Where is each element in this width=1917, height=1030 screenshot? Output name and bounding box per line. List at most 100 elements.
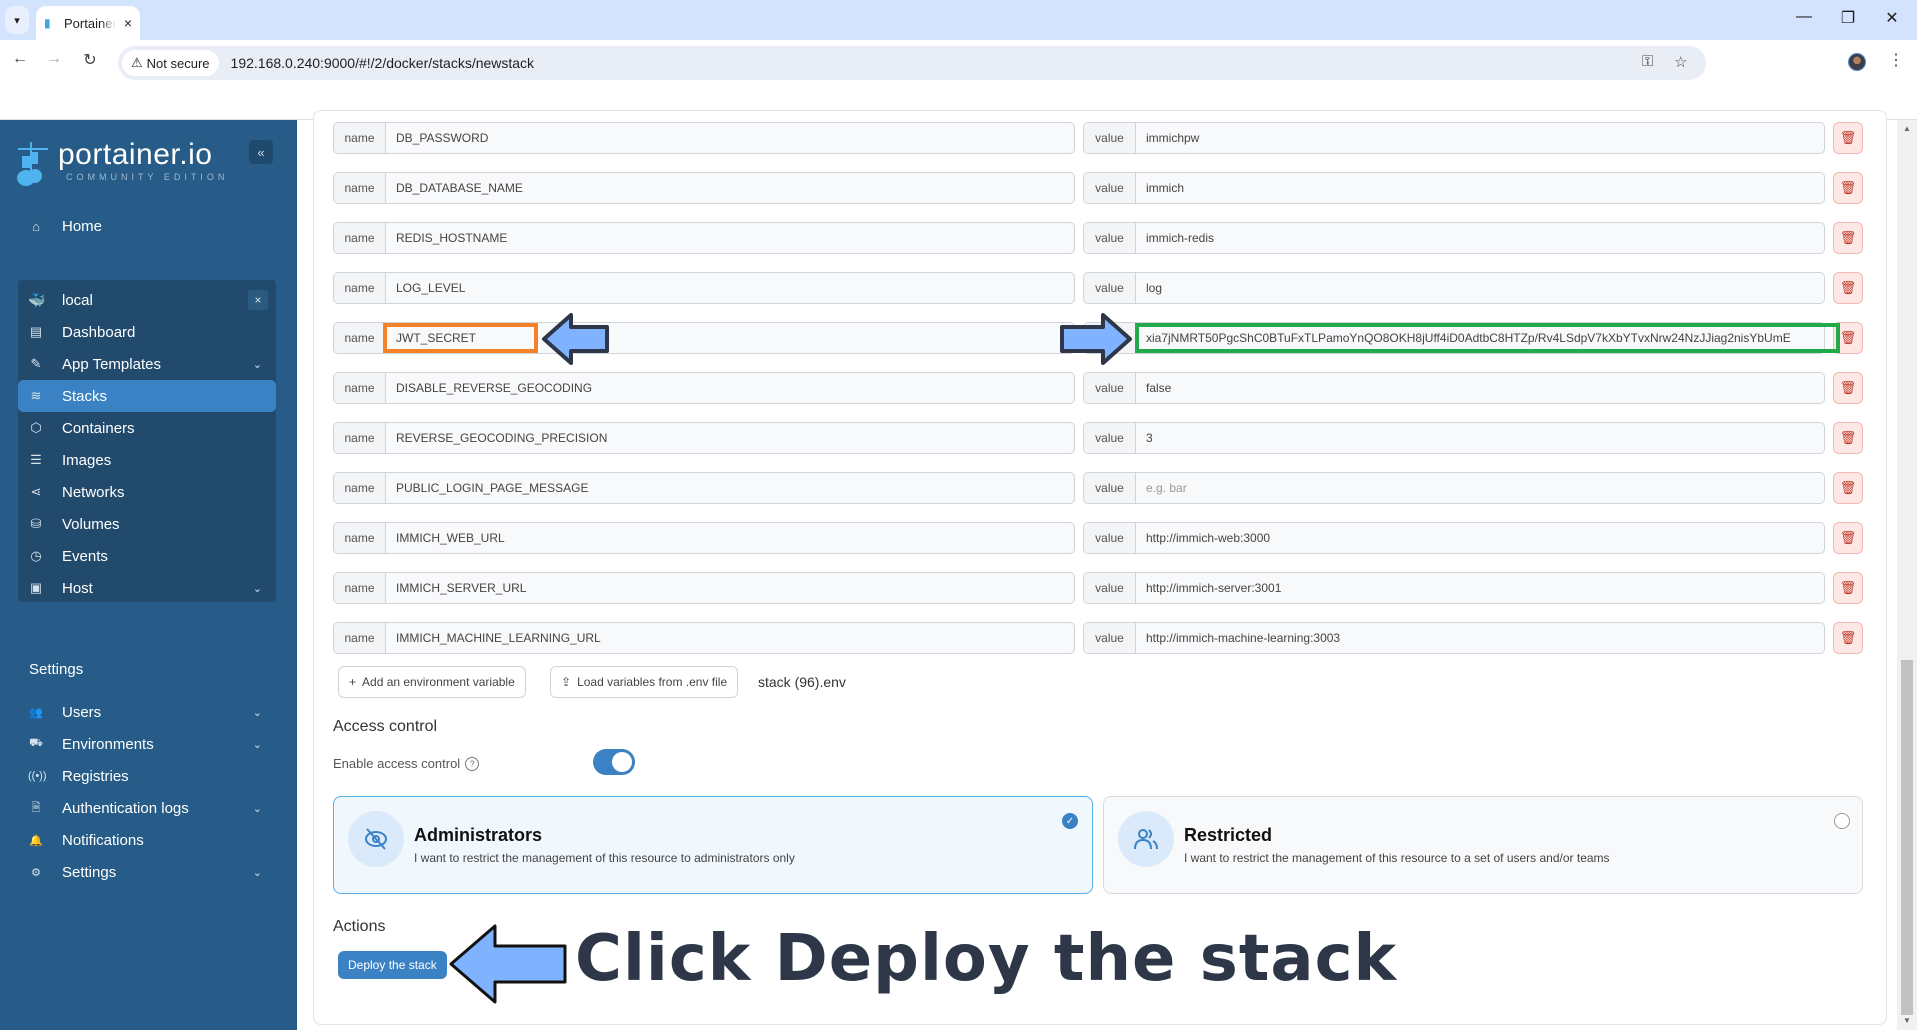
env-value-field[interactable]: value http://immich-server:3001 — [1083, 572, 1825, 604]
reload-icon[interactable]: ↻ — [78, 50, 102, 70]
env-value-field[interactable]: value 3 — [1083, 422, 1825, 454]
load-env-file-button[interactable]: ⇪ Load variables from .env file — [550, 666, 739, 698]
sidebar-item-environments[interactable]: ⛟ Environments ⌄ — [18, 728, 276, 760]
forward-icon[interactable]: → — [42, 50, 66, 68]
env-name-field[interactable]: name IMMICH_SERVER_URL — [333, 572, 1075, 604]
env-value-input[interactable]: e.g. bar — [1136, 473, 1824, 503]
remove-env-variable-button[interactable]: 🗑 — [1833, 572, 1863, 604]
access-option-restricted[interactable]: Restricted I want to restrict the manage… — [1103, 796, 1863, 894]
tab-close-icon[interactable]: × — [124, 15, 132, 31]
remove-env-variable-button[interactable]: 🗑 — [1833, 622, 1863, 654]
env-name-input[interactable]: IMMICH_SERVER_URL — [386, 573, 1074, 603]
env-value-input[interactable]: http://immich-web:3000 — [1136, 523, 1824, 553]
portainer-logo[interactable]: portainer.io COMMUNITY EDITION — [16, 140, 228, 188]
security-chip[interactable]: ⚠ Not secure — [122, 50, 219, 76]
back-icon[interactable]: ← — [8, 50, 32, 68]
chevron-down-icon[interactable]: ⌄ — [253, 582, 262, 595]
restore-icon[interactable]: ❐ — [1836, 8, 1860, 28]
collapse-sidebar-button[interactable]: « — [249, 140, 273, 164]
sidebar-item-images[interactable]: ☰ Images — [18, 444, 276, 476]
remove-env-variable-button[interactable]: 🗑 — [1833, 222, 1863, 254]
env-name-input[interactable]: REDIS_HOSTNAME — [386, 223, 1074, 253]
env-value-field[interactable]: value e.g. bar — [1083, 472, 1825, 504]
sidebar-item-home[interactable]: ⌂ Home — [18, 210, 276, 242]
access-control-toggle[interactable] — [593, 749, 635, 775]
env-value-input[interactable]: immich-redis — [1136, 223, 1824, 253]
env-value-field[interactable]: value http://immich-machine-learning:3003 — [1083, 622, 1825, 654]
password-key-icon[interactable]: ⚿ — [1642, 53, 1653, 70]
window-close-icon[interactable]: ✕ — [1880, 8, 1904, 28]
env-value-field[interactable]: value false — [1083, 372, 1825, 404]
env-value-input[interactable]: http://immich-server:3001 — [1136, 573, 1824, 603]
browser-tab[interactable]: ▮ Portainer.io × — [36, 6, 140, 40]
sidebar-item-containers[interactable]: ⬡ Containers — [18, 412, 276, 444]
env-value-input[interactable]: false — [1136, 373, 1824, 403]
env-name-field[interactable]: name PUBLIC_LOGIN_PAGE_MESSAGE — [333, 472, 1075, 504]
env-name-field[interactable]: name LOG_LEVEL — [333, 272, 1075, 304]
radio-button[interactable] — [1834, 813, 1850, 829]
sidebar-item-notifications[interactable]: 🔔 Notifications — [18, 824, 276, 856]
env-value-field[interactable]: value immich-redis — [1083, 222, 1825, 254]
env-name-field[interactable]: name DISABLE_REVERSE_GEOCODING — [333, 372, 1075, 404]
deploy-stack-button[interactable]: Deploy the stack — [338, 951, 447, 979]
env-value-input[interactable]: immichpw — [1136, 123, 1824, 153]
remove-env-variable-button[interactable]: 🗑 — [1833, 172, 1863, 204]
env-value-input[interactable]: http://immich-machine-learning:3003 — [1136, 623, 1824, 653]
env-name-input[interactable]: IMMICH_MACHINE_LEARNING_URL — [386, 623, 1074, 653]
sidebar-item-stacks[interactable]: ≋ Stacks — [18, 380, 276, 412]
close-environment-button[interactable]: × — [248, 290, 268, 310]
env-name-input[interactable]: DB_PASSWORD — [386, 123, 1074, 153]
sidebar-item-users[interactable]: 👥 Users ⌄ — [18, 696, 276, 728]
env-name-field[interactable]: name IMMICH_WEB_URL — [333, 522, 1075, 554]
minimize-icon[interactable]: — — [1792, 8, 1816, 26]
chevron-down-icon[interactable]: ⌄ — [253, 358, 262, 371]
env-name-field[interactable]: name REDIS_HOSTNAME — [333, 222, 1075, 254]
sidebar-item-authentication-logs[interactable]: 🗎 Authentication logs ⌄ — [18, 792, 276, 824]
page-scrollbar[interactable]: ▲ ▼ — [1897, 120, 1917, 1030]
chevron-down-icon[interactable]: ⌄ — [253, 866, 262, 879]
remove-env-variable-button[interactable]: 🗑 — [1833, 372, 1863, 404]
env-value-input[interactable]: 3 — [1136, 423, 1824, 453]
tab-search-button[interactable]: ▾ — [5, 6, 29, 34]
url-text[interactable]: 192.168.0.240:9000/#!/2/docker/stacks/ne… — [231, 55, 535, 71]
add-env-variable-button[interactable]: + Add an environment variable — [338, 666, 526, 698]
remove-env-variable-button[interactable]: 🗑 — [1833, 472, 1863, 504]
sidebar-item-host[interactable]: ▣ Host ⌄ — [18, 572, 276, 604]
address-bar[interactable]: ⚠ Not secure 192.168.0.240:9000/#!/2/doc… — [118, 46, 1706, 80]
remove-env-variable-button[interactable]: 🗑 — [1833, 122, 1863, 154]
sidebar-item-events[interactable]: ◷ Events — [18, 540, 276, 572]
env-value-field[interactable]: value http://immich-web:3000 — [1083, 522, 1825, 554]
env-name-input[interactable]: DB_DATABASE_NAME — [386, 173, 1074, 203]
remove-env-variable-button[interactable]: 🗑 — [1833, 422, 1863, 454]
sidebar-item-networks[interactable]: ⋖ Networks — [18, 476, 276, 508]
chevron-down-icon[interactable]: ⌄ — [253, 706, 262, 719]
scroll-down-icon[interactable]: ▼ — [1903, 1016, 1911, 1025]
bookmark-star-icon[interactable]: ☆ — [1674, 53, 1687, 71]
env-name-input[interactable]: DISABLE_REVERSE_GEOCODING — [386, 373, 1074, 403]
env-name-input[interactable]: REVERSE_GEOCODING_PRECISION — [386, 423, 1074, 453]
env-name-input[interactable]: IMMICH_WEB_URL — [386, 523, 1074, 553]
scrollbar-thumb[interactable] — [1901, 660, 1913, 1015]
access-option-administrators[interactable]: Administrators I want to restrict the ma… — [333, 796, 1093, 894]
chevron-down-icon[interactable]: ⌄ — [253, 802, 262, 815]
env-value-input[interactable]: immich — [1136, 173, 1824, 203]
sidebar-item-app-templates[interactable]: ✎ App Templates ⌄ — [18, 348, 276, 380]
browser-menu-icon[interactable]: ⋮ — [1888, 50, 1904, 70]
help-icon[interactable]: ? — [465, 756, 480, 771]
profile-avatar[interactable] — [1848, 53, 1866, 71]
env-value-field[interactable]: value immich — [1083, 172, 1825, 204]
sidebar-item-volumes[interactable]: ⛁ Volumes — [18, 508, 276, 540]
remove-env-variable-button[interactable]: 🗑 — [1833, 522, 1863, 554]
env-value-field[interactable]: value log — [1083, 272, 1825, 304]
sidebar-item-dashboard[interactable]: ▤ Dashboard — [18, 316, 276, 348]
env-name-field[interactable]: name DB_DATABASE_NAME — [333, 172, 1075, 204]
env-value-field[interactable]: value immichpw — [1083, 122, 1825, 154]
env-value-input[interactable]: log — [1136, 273, 1824, 303]
scroll-up-icon[interactable]: ▲ — [1903, 124, 1911, 133]
env-name-field[interactable]: name REVERSE_GEOCODING_PRECISION — [333, 422, 1075, 454]
env-name-field[interactable]: name DB_PASSWORD — [333, 122, 1075, 154]
chevron-down-icon[interactable]: ⌄ — [253, 738, 262, 751]
sidebar-item-settings[interactable]: ⚙ Settings ⌄ — [18, 856, 276, 888]
env-name-field[interactable]: name IMMICH_MACHINE_LEARNING_URL — [333, 622, 1075, 654]
sidebar-item-registries[interactable]: ((•)) Registries — [18, 760, 276, 792]
